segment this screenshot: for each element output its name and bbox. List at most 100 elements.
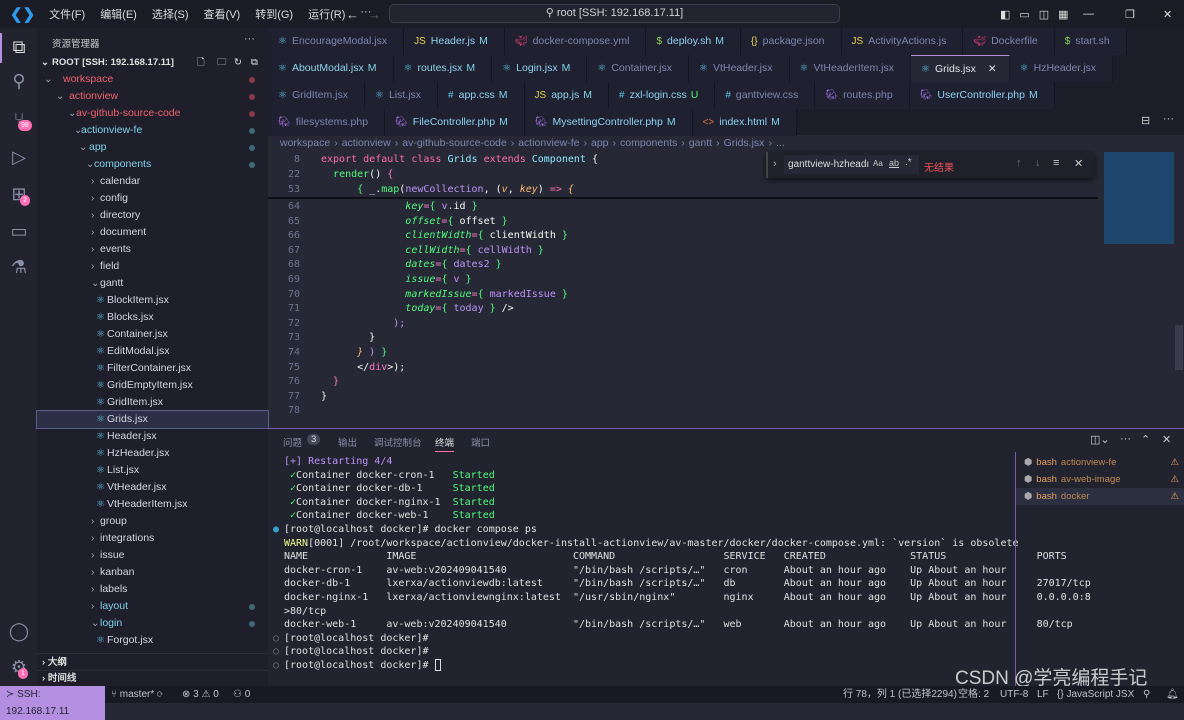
tree-file[interactable]: ⚛ Grids.jsx <box>36 410 269 429</box>
tree-folder[interactable]: ⌄ gantt <box>37 275 268 292</box>
tree-file[interactable]: ⚛ Forgot.jsx <box>37 632 268 649</box>
panel-more-icon[interactable]: ··· <box>1120 433 1131 445</box>
panel-tab[interactable]: 终端 <box>435 435 455 452</box>
breadcrumb-item[interactable]: gantt <box>689 137 712 149</box>
tree-folder[interactable]: ⌄ actionview <box>37 88 268 105</box>
menu-item[interactable]: 查看(V) <box>204 6 241 22</box>
testing-icon[interactable]: ⚗ <box>8 256 30 278</box>
tree-folder[interactable]: ⌄ app <box>37 139 268 156</box>
editor-tab[interactable]: ⚛ AboutModal.jsx M <box>268 55 394 82</box>
tree-file[interactable]: ⚛ Blocks.jsx <box>37 309 268 326</box>
back-arrow-icon[interactable]: ← <box>346 7 359 22</box>
outline-section[interactable]: › 大纲 <box>37 653 268 670</box>
problems-indicator[interactable]: ⊗ 3 ⚠ 0 <box>182 686 219 703</box>
editor-tab[interactable]: <> index.html M <box>692 109 797 136</box>
tree-file[interactable]: ⚛ Header.jsx <box>37 428 268 445</box>
breadcrumb-item[interactable]: ... <box>776 137 785 149</box>
new-folder-icon[interactable]: 🗀 <box>217 54 227 71</box>
maximize-panel-icon[interactable]: ⌃ <box>1141 433 1150 446</box>
editor-tab[interactable]: {} package.json <box>740 28 842 55</box>
tree-file[interactable]: ⚛ BlockItem.jsx <box>37 292 268 309</box>
language-mode[interactable]: {} JavaScript JSX <box>1057 686 1134 703</box>
maximize-button[interactable]: ❐ <box>1125 8 1135 21</box>
editor-tab[interactable]: 🐳︎ Dockerfile <box>963 28 1055 55</box>
editor-tab[interactable]: ⚛ EncourageModal.jsx <box>268 28 405 55</box>
menu-item[interactable]: 转到(G) <box>255 6 293 22</box>
feedback-icon[interactable]: ⚲ <box>1143 686 1150 703</box>
tree-file[interactable]: ⚛ VtHeaderItem.jsx <box>37 496 268 513</box>
menu-item[interactable]: 选择(S) <box>152 6 189 22</box>
editor-tab[interactable]: 🐘︎ UserController.php M <box>909 82 1055 109</box>
close-find-icon[interactable]: ✕ <box>1074 157 1083 170</box>
editor-tab[interactable]: JS app.js M <box>524 82 609 109</box>
terminal-session[interactable]: ⬢ bash av-web-image ⚠ <box>1016 471 1184 488</box>
panel-tab[interactable]: 问题 <box>283 435 302 449</box>
tree-folder[interactable]: › kanban <box>37 564 268 581</box>
minimize-button[interactable]: — <box>1083 8 1094 20</box>
search-icon[interactable]: ⚲ <box>8 70 30 92</box>
editor-tab[interactable]: 🐘︎ routes.php <box>815 82 910 109</box>
tree-folder[interactable]: › config <box>37 190 268 207</box>
breadcrumb-item[interactable]: components <box>620 137 677 149</box>
breadcrumb-item[interactable]: Grids.jsx <box>724 137 765 149</box>
panel-tab[interactable]: 输出 <box>338 435 357 449</box>
breadcrumb-item[interactable]: av-github-source-code <box>402 137 506 149</box>
tree-folder[interactable]: › document <box>37 224 268 241</box>
tree-folder[interactable]: › events <box>37 241 268 258</box>
tree-folder[interactable]: › issue <box>37 547 268 564</box>
tree-folder[interactable]: › calendar <box>37 173 268 190</box>
indentation[interactable]: 空格: 2 <box>958 686 989 703</box>
run-debug-icon[interactable]: ▷ <box>8 146 30 168</box>
editor-more-icon[interactable]: ··· <box>1163 113 1174 125</box>
editor-tab[interactable]: ⚛ routes.jsx M <box>393 55 493 82</box>
tree-file[interactable]: ⚛ GridEmptyItem.jsx <box>37 377 268 394</box>
toggle-replace-icon[interactable]: › <box>773 158 777 170</box>
tree-folder[interactable]: › integrations <box>37 530 268 547</box>
refresh-icon[interactable]: ↻ <box>234 54 242 71</box>
panel-tab[interactable]: 调试控制台 <box>374 435 422 449</box>
split-editor-icon[interactable]: ⊟ <box>1141 114 1150 127</box>
tree-folder[interactable]: › layout <box>37 598 268 615</box>
editor-tab[interactable]: ⚛ Login.jsx M <box>492 55 588 82</box>
encoding[interactable]: UTF-8 <box>1000 686 1028 703</box>
breadcrumb-item[interactable]: actionview <box>342 137 391 149</box>
cursor-position[interactable]: 行 78，列 1 (已选择2294) <box>843 686 957 703</box>
collapse-all-icon[interactable]: ⧉ <box>251 54 258 71</box>
command-center-search[interactable]: ⚲ root [SSH: 192.168.17.11] <box>389 4 840 23</box>
editor-tab[interactable]: # ganttview.css <box>715 82 816 109</box>
tree-folder[interactable]: › group <box>37 513 268 530</box>
tree-folder[interactable]: ⌄ workspace <box>37 71 268 88</box>
tree-folder[interactable]: › field <box>37 258 268 275</box>
account-icon[interactable]: ◯ <box>8 620 30 642</box>
terminal-session[interactable]: ⬢ bash actionview-fe ⚠ <box>1016 454 1184 471</box>
regex-button[interactable]: .* <box>905 157 912 168</box>
editor-tab[interactable]: ⚛ VtHeader.jsx <box>689 55 790 82</box>
editor-tab[interactable]: ⚛ GridItem.jsx <box>268 82 365 109</box>
menu-item[interactable]: 文件(F) <box>49 6 85 22</box>
new-file-icon[interactable]: 🗋 <box>197 54 205 71</box>
match-case-button[interactable]: Aa <box>873 159 883 168</box>
tree-folder[interactable]: ⌄ av-github-source-code <box>37 105 268 122</box>
explorer-icon[interactable]: ⧉ <box>8 36 30 58</box>
menu-item[interactable]: 运行(R) <box>308 6 345 22</box>
branch-indicator[interactable]: ⑂ master* ⟳ <box>111 686 163 703</box>
timeline-section[interactable]: › 时间线 <box>37 670 268 686</box>
editor-tab[interactable]: ⚛ Container.jsx <box>587 55 690 82</box>
tree-file[interactable]: ⚛ Container.jsx <box>37 326 268 343</box>
editor-tab[interactable]: ⚛ HzHeader.jsx <box>1009 55 1114 82</box>
editor-tab[interactable]: 🐘︎ filesystems.php <box>268 109 386 136</box>
tree-file[interactable]: ⚛ GridItem.jsx <box>37 394 268 411</box>
editor-tab[interactable]: 🐘︎ MysettingController.php M <box>524 109 693 136</box>
forward-arrow-icon[interactable]: → <box>368 7 381 22</box>
ports-indicator[interactable]: ⚇ 0 <box>233 686 250 703</box>
close-tab-icon[interactable]: ✕ <box>988 63 997 75</box>
notifications-bell-icon[interactable]: 🔔︎ <box>1166 686 1179 703</box>
tree-file[interactable]: ⚛ VtHeader.jsx <box>37 479 268 496</box>
tree-folder[interactable]: ⌄ components <box>37 156 268 173</box>
tree-folder[interactable]: › labels <box>37 581 268 598</box>
tree-folder[interactable]: ⌄ login <box>37 615 268 632</box>
breadcrumb-item[interactable]: workspace <box>280 137 330 149</box>
find-in-selection-icon[interactable]: ≡ <box>1053 157 1059 169</box>
breadcrumb-item[interactable]: actionview-fe <box>518 137 579 149</box>
extensions-icon[interactable]: ⊞ 2 <box>8 183 30 206</box>
